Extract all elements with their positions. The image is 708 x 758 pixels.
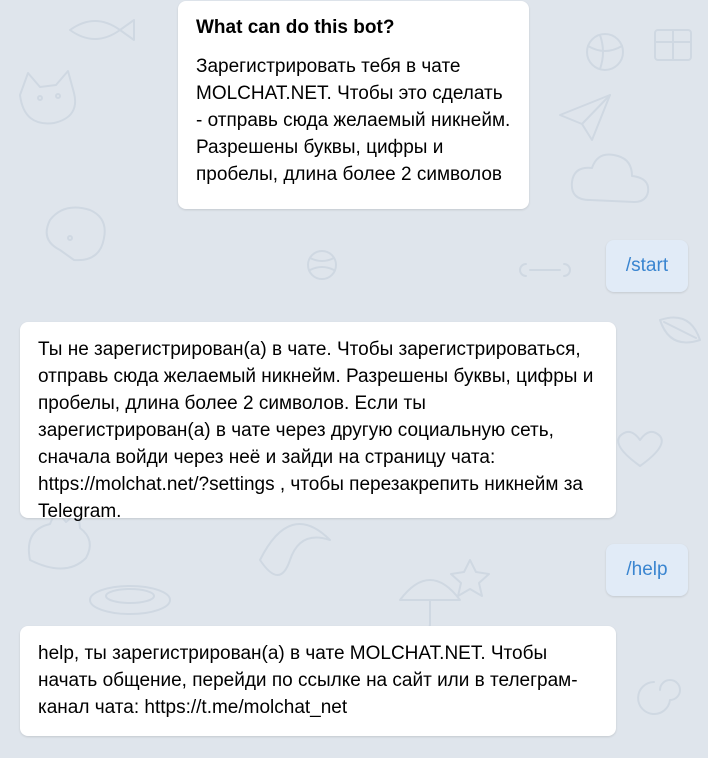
leaf-doodle-icon bbox=[659, 316, 701, 344]
bot-reply-help: help, ты зарегистрирован(а) в чате MOLCH… bbox=[20, 626, 616, 736]
bot-reply-text: help, ты зарегистрирован(а) в чате MOLCH… bbox=[38, 643, 578, 718]
yarn-doodle-icon bbox=[307, 250, 337, 280]
heart-doodle-icon bbox=[617, 430, 663, 467]
fish-doodle-icon bbox=[69, 19, 135, 41]
dish-doodle-icon bbox=[89, 585, 171, 615]
bone-doodle-icon bbox=[519, 263, 571, 277]
gift-doodle-icon bbox=[654, 29, 692, 61]
dog-doodle-icon bbox=[45, 206, 106, 262]
ball-doodle-icon bbox=[586, 33, 624, 71]
bot-reply-not-registered: Ты не зарегистрирован(а) в чате. Чтобы з… bbox=[20, 322, 616, 522]
help-command-message[interactable]: /help bbox=[606, 544, 688, 596]
bot-reply-text: Ты не зарегистрирован(а) в чате. Чтобы з… bbox=[38, 339, 594, 522]
cat-doodle-icon bbox=[19, 70, 76, 125]
umbrella-doodle-icon bbox=[399, 579, 461, 631]
tail-doodle-icon bbox=[259, 523, 331, 576]
spiral-doodle-icon bbox=[637, 679, 681, 715]
bot-intro-title: What can do this bot? bbox=[196, 17, 395, 38]
bot-intro-card: What can do this bot? Зарегистрировать т… bbox=[178, 1, 529, 209]
start-command-message[interactable]: /start bbox=[606, 240, 688, 292]
plane-doodle-icon bbox=[559, 94, 611, 141]
bot-intro-description: Зарегистрировать тебя в чате MOLCHAT.NET… bbox=[196, 56, 511, 185]
star-doodle-icon bbox=[450, 559, 490, 597]
cloud-doodle-icon bbox=[570, 153, 650, 203]
